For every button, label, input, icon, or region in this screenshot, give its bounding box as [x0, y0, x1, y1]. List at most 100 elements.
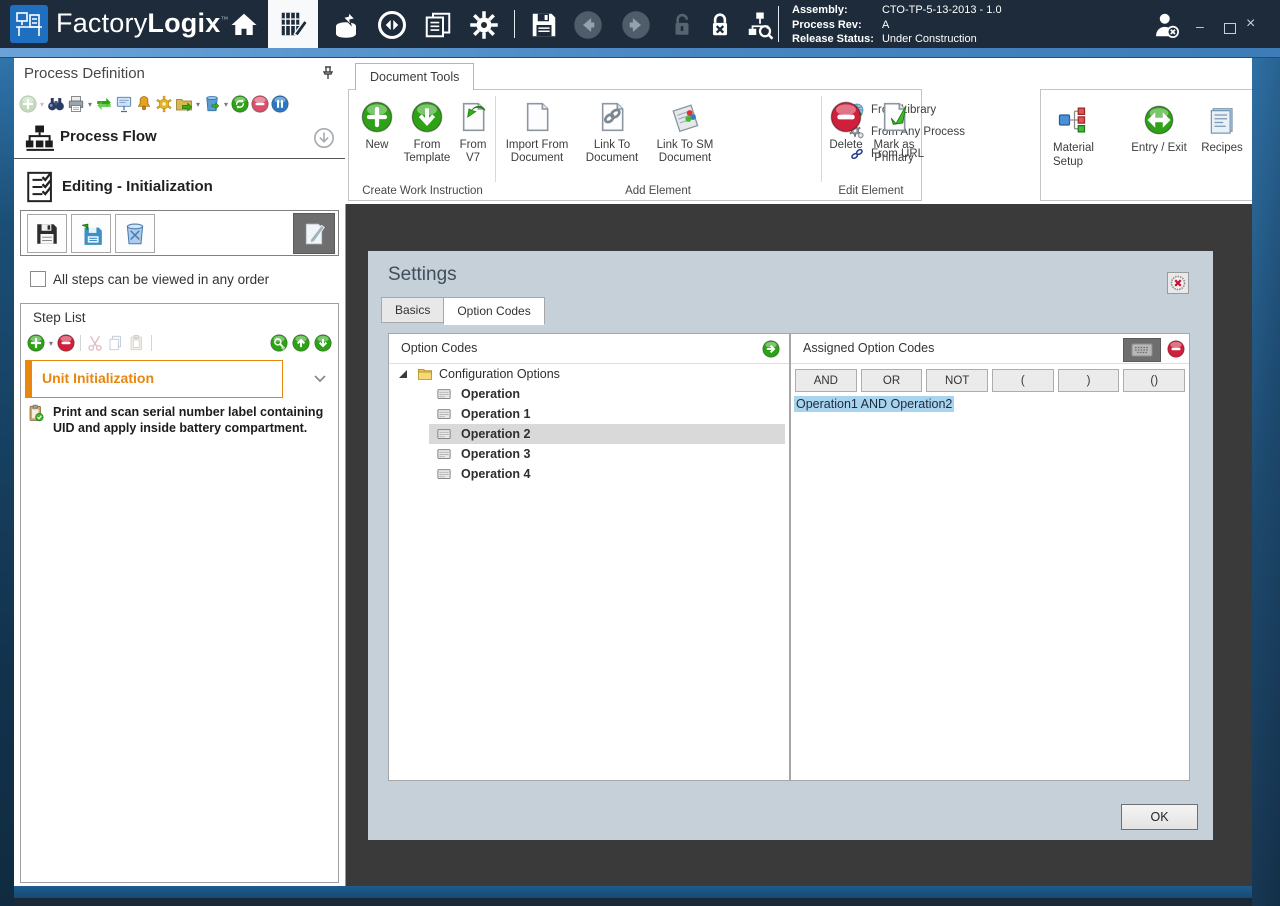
documents-nav-button[interactable] [422, 9, 454, 41]
remove-process-button[interactable] [251, 95, 269, 113]
archive-button[interactable] [203, 95, 221, 113]
close-paren-button[interactable]: ) [1058, 369, 1120, 392]
home-button[interactable] [228, 9, 260, 41]
add-step-button[interactable] [27, 334, 45, 352]
archive-dropdown-icon[interactable]: ▾ [223, 100, 229, 109]
tree-expander-icon[interactable] [397, 367, 411, 381]
print-dropdown-icon[interactable]: ▾ [87, 100, 93, 109]
step-name: Unit Initialization [42, 370, 154, 386]
any-order-option[interactable]: All steps can be viewed in any order [30, 271, 269, 287]
expression-line[interactable]: Operation1 AND Operation2 [794, 397, 954, 411]
link-to-sm-document-button[interactable]: Link To SM Document [649, 97, 721, 165]
search-binoculars-button[interactable] [47, 95, 65, 113]
mark-as-primary-button[interactable]: Mark as Primary [869, 97, 919, 165]
material-setup-button[interactable]: Material Setup [1053, 100, 1115, 170]
entry-exit-button[interactable]: Entry / Exit [1125, 100, 1193, 156]
factorylogix-logo-icon [10, 5, 48, 43]
exchange-button[interactable] [95, 95, 113, 113]
add-process-button[interactable] [19, 95, 37, 113]
settings-gear-nav-button[interactable] [468, 9, 500, 41]
process-audit-button[interactable] [744, 9, 776, 41]
not-button[interactable]: NOT [926, 369, 988, 392]
undo-back-button[interactable] [572, 9, 604, 41]
link-to-document-button[interactable]: Link To Document [575, 97, 649, 165]
pin-icon[interactable] [321, 66, 335, 80]
window-accent-strip [0, 48, 1280, 58]
feeder-setup-nav-button[interactable] [330, 9, 362, 41]
process-flow-row[interactable]: Process Flow [14, 119, 345, 157]
remove-step-button[interactable] [57, 334, 75, 352]
option-code-icon [437, 387, 451, 401]
assembly-value: CTO-TP-5-13-2013 - 1.0 [882, 3, 1002, 18]
tree-node-configuration-options[interactable]: Configuration Options [389, 364, 789, 384]
from-v7-button[interactable]: From V7 [453, 97, 493, 165]
expression-text[interactable]: Operation1 AND Operation2 [794, 396, 954, 412]
group-separator [495, 96, 496, 182]
transfer-nav-button[interactable] [376, 9, 408, 41]
refresh-button[interactable] [231, 95, 249, 113]
delete-element-button[interactable]: Delete [825, 97, 867, 152]
dialog-close-button[interactable] [1167, 272, 1189, 294]
manual-entry-toggle[interactable] [1123, 338, 1161, 362]
step-item-unit-initialization[interactable]: Unit Initialization [25, 360, 283, 398]
paren-pair-button[interactable]: () [1123, 369, 1185, 392]
cut-step-button[interactable] [86, 334, 104, 352]
unlock-icon[interactable] [666, 9, 698, 41]
import-document-button[interactable] [71, 214, 111, 253]
remove-assigned-button[interactable] [1167, 340, 1185, 358]
close-button[interactable]: × [1246, 17, 1255, 31]
recipes-button[interactable]: Recipes [1197, 100, 1247, 156]
tab-basics[interactable]: Basics [381, 297, 444, 323]
lock-cancel-button[interactable] [704, 9, 736, 41]
redo-forward-button[interactable] [620, 9, 652, 41]
move-step-down-button[interactable] [314, 334, 332, 352]
add-process-dropdown-icon[interactable]: ▾ [39, 100, 45, 109]
edit-work-instruction-toggle[interactable] [293, 213, 335, 254]
process-rev-label: Process Rev: [792, 18, 882, 33]
step-expand-chevron-icon[interactable] [312, 370, 328, 386]
tree-node-operation-2-selected[interactable]: Operation 2 [429, 424, 785, 444]
step-description-row[interactable]: Print and scan serial number label conta… [27, 404, 327, 437]
copy-step-button[interactable] [107, 334, 125, 352]
print-button[interactable] [67, 95, 85, 113]
tree-node-operation[interactable]: Operation [429, 384, 789, 404]
move-step-up-button[interactable] [292, 334, 310, 352]
search-steps-button[interactable] [270, 334, 288, 352]
import-from-document-button[interactable]: Import From Document [499, 97, 575, 165]
options-gear-button[interactable] [155, 95, 173, 113]
tree-node-operation-4[interactable]: Operation 4 [429, 464, 789, 484]
tree-node-operation-3[interactable]: Operation 3 [429, 444, 789, 464]
add-step-dropdown-icon[interactable]: ▾ [48, 339, 54, 348]
bell-button[interactable] [135, 95, 153, 113]
tab-document-tools[interactable]: Document Tools [355, 63, 474, 90]
from-template-button[interactable]: From Template [399, 97, 455, 165]
tree-node-operation-1[interactable]: Operation 1 [429, 404, 789, 424]
option-codes-header: Option Codes [389, 334, 789, 364]
button-label: Mark as Primary [869, 139, 919, 165]
minimize-button[interactable]: – [1196, 19, 1204, 33]
pause-button[interactable] [271, 95, 289, 113]
save-document-button[interactable] [27, 214, 67, 253]
editing-mode-row: Editing - Initialization [14, 165, 345, 209]
export-folder-button[interactable] [175, 95, 193, 113]
and-button[interactable]: AND [795, 369, 857, 392]
open-paren-button[interactable]: ( [992, 369, 1054, 392]
presentation-button[interactable] [115, 95, 133, 113]
maximize-button[interactable] [1224, 23, 1236, 34]
button-label: From Template [399, 139, 455, 165]
ok-button[interactable]: OK [1121, 804, 1198, 830]
paste-step-button[interactable] [128, 334, 146, 352]
any-order-checkbox[interactable] [30, 271, 46, 287]
save-button[interactable] [528, 9, 560, 41]
tab-option-codes[interactable]: Option Codes [443, 297, 544, 325]
window-border-bottom [14, 886, 1252, 898]
logout-user-button[interactable] [1150, 9, 1182, 41]
or-button[interactable]: OR [861, 369, 923, 392]
assign-option-button[interactable] [762, 340, 780, 358]
button-label: Recipes [1201, 142, 1243, 156]
export-dropdown-icon[interactable]: ▾ [195, 100, 201, 109]
delete-document-button[interactable] [115, 214, 155, 253]
collapse-flow-icon[interactable] [313, 127, 335, 149]
new-button[interactable]: New [355, 97, 399, 152]
process-definition-nav-button[interactable] [268, 0, 318, 48]
